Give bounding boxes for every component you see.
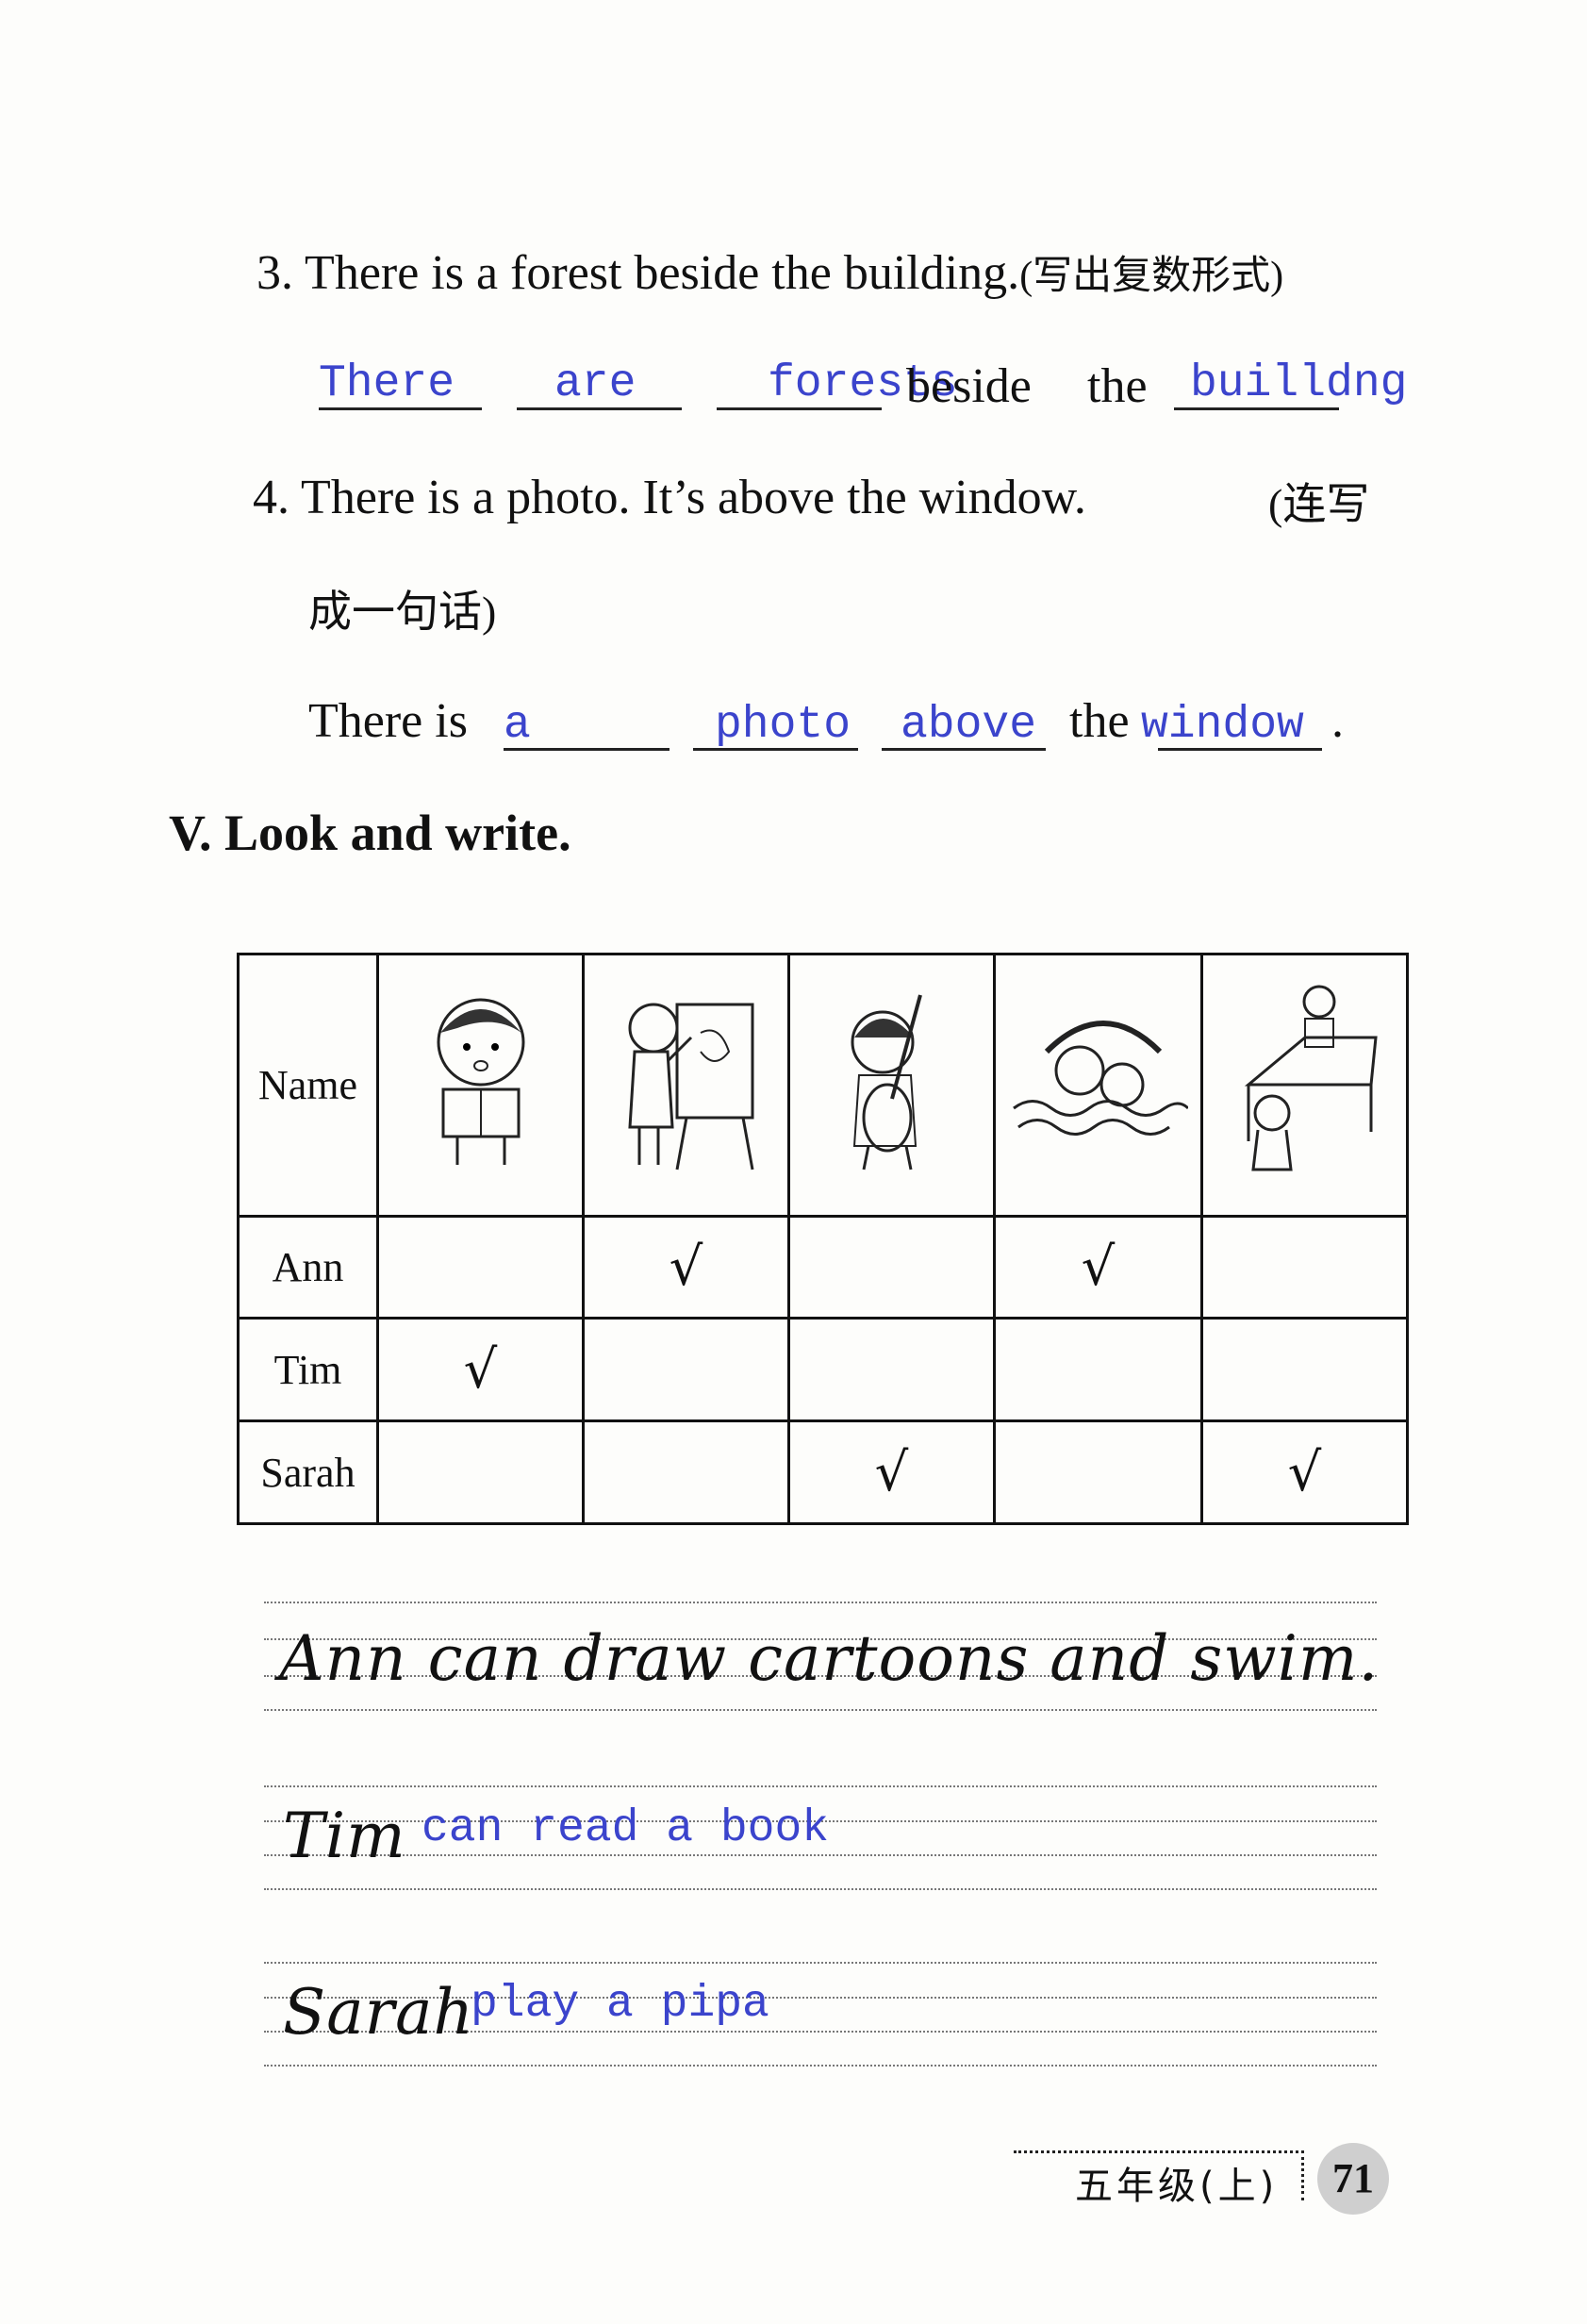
picture-pipa (787, 953, 996, 1218)
guide-line (264, 1854, 1377, 1856)
cell (787, 1215, 996, 1320)
q4-instruction-2: 成一句话) (308, 588, 497, 636)
check-mark: √ (582, 1215, 790, 1320)
q4-lead: There is (308, 694, 468, 748)
girl-playing-pipa-icon (851, 994, 922, 1170)
name-header: Name (237, 953, 379, 1218)
q4-period: . (1331, 694, 1344, 748)
cell (376, 1419, 585, 1525)
guide-line (264, 1602, 1377, 1603)
guide-line (264, 1888, 1377, 1890)
check-mark: √ (376, 1317, 585, 1422)
page-number: 71 (1317, 2143, 1389, 2215)
q3-answer-2: are (554, 358, 636, 409)
section-title: V. Look and write. (169, 805, 571, 861)
q3-instruction: (写出复数形式) (1019, 255, 1284, 298)
check-mark: √ (993, 1215, 1203, 1320)
example-sentence: Ann can draw cartoons and swim. (279, 1622, 1380, 1695)
q4-answer-3: above (901, 700, 1037, 751)
cell (993, 1317, 1203, 1422)
cell (1200, 1215, 1409, 1320)
q3-beside: beside (906, 359, 1032, 413)
q3-answer-1: There (319, 358, 455, 409)
guide-line (264, 1709, 1377, 1711)
activity-table: Name Ann √ √ Tim √ Sarah √ √ (237, 953, 1409, 1525)
row-name: Ann (237, 1215, 379, 1320)
cell (582, 1317, 790, 1422)
cell (582, 1419, 790, 1525)
table-row: Ann √ √ (237, 1215, 1409, 1320)
picture-sing (376, 953, 585, 1218)
row-name: Sarah (237, 1419, 379, 1525)
children-playing-ping-pong-icon (1244, 985, 1378, 1171)
girl-drawing-icon (627, 1003, 753, 1170)
q3-answer-4: builldng (1190, 358, 1408, 409)
sarah-name: Sarah (283, 1976, 474, 2049)
check-mark: √ (787, 1419, 996, 1525)
guide-line (264, 1962, 1377, 1964)
cell (787, 1317, 996, 1422)
q4-answer-2: photo (715, 700, 851, 751)
q4-the: the (1069, 694, 1130, 748)
worksheet-page: 3. There is a forest beside the building… (0, 0, 1587, 2324)
q4-instruction-1: (连写 (1268, 480, 1370, 528)
check-mark: √ (1200, 1419, 1409, 1525)
picture-swim (993, 953, 1203, 1218)
table-row: Sarah √ √ (237, 1419, 1409, 1525)
q3-the: the (1087, 359, 1148, 413)
tim-name: Tim (283, 1800, 406, 1872)
tim-answer[interactable]: can read a book (422, 1803, 829, 1854)
cell (993, 1419, 1203, 1525)
grade-label: 五年级(上) (1075, 2165, 1279, 2208)
picture-ping-pong (1200, 953, 1409, 1218)
guide-line (264, 2065, 1377, 2067)
children-swimming-icon (1012, 1021, 1189, 1136)
picture-draw (582, 953, 790, 1218)
cell (1200, 1317, 1409, 1422)
row-name: Tim (237, 1317, 379, 1422)
q4-prompt: 4. There is a photo. It’s above the wind… (253, 471, 1086, 524)
q4-answer-1: a (504, 700, 531, 751)
q3-text: 3. There is a forest beside the building… (256, 246, 1020, 300)
table-header-row: Name (237, 953, 1409, 1218)
sarah-answer[interactable]: play a pipa (471, 1979, 769, 2030)
q4-answer-4: window (1141, 700, 1304, 751)
boy-singing-icon (437, 998, 524, 1165)
cell (376, 1215, 585, 1320)
table-row: Tim √ (237, 1317, 1409, 1422)
guide-line (264, 1785, 1377, 1787)
q3-prompt: 3. There is a forest beside the building… (256, 243, 1283, 301)
